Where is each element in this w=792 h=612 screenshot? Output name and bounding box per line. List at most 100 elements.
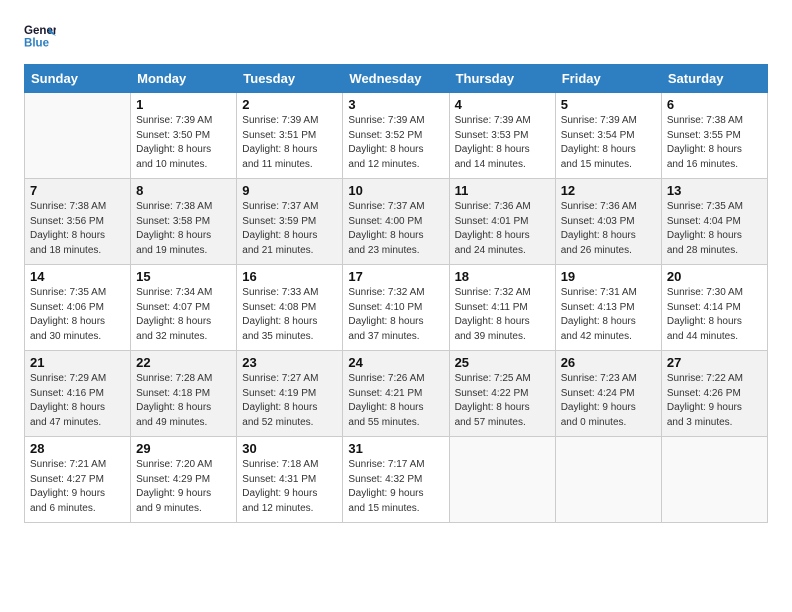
day-number: 10 <box>348 183 443 198</box>
day-number: 3 <box>348 97 443 112</box>
page: General Blue SundayMondayTuesdayWednesda… <box>0 0 792 612</box>
day-number: 20 <box>667 269 762 284</box>
day-number: 27 <box>667 355 762 370</box>
day-number: 5 <box>561 97 656 112</box>
calendar-day-cell: 12 Sunrise: 7:36 AMSunset: 4:03 PMDayligh… <box>555 179 661 265</box>
day-number: 7 <box>30 183 125 198</box>
calendar-header-row: SundayMondayTuesdayWednesdayThursdayFrid… <box>25 65 768 93</box>
day-number: 30 <box>242 441 337 456</box>
day-info: Sunrise: 7:38 AMSunset: 3:56 PMDaylight:… <box>30 200 125 258</box>
day-number: 11 <box>455 183 550 198</box>
logo: General Blue <box>24 20 58 52</box>
calendar-day-cell: 27 Sunrise: 7:22 AMSunset: 4:26 PMDayligh… <box>661 351 767 437</box>
day-info: Sunrise: 7:39 AMSunset: 3:50 PMDaylight:… <box>136 114 231 172</box>
calendar-day-cell: 26 Sunrise: 7:23 AMSunset: 4:24 PMDayligh… <box>555 351 661 437</box>
day-info: Sunrise: 7:31 AMSunset: 4:13 PMDaylight:… <box>561 286 656 344</box>
calendar-day-cell: 24 Sunrise: 7:26 AMSunset: 4:21 PMDayligh… <box>343 351 449 437</box>
day-number: 19 <box>561 269 656 284</box>
calendar-day-cell: 8Sunrise: 7:38 AMSunset: 3:58 PMDaylight… <box>131 179 237 265</box>
col-header-saturday: Saturday <box>661 65 767 93</box>
calendar-day-cell: 16 Sunrise: 7:33 AMSunset: 4:08 PMDayligh… <box>237 265 343 351</box>
day-info: Sunrise: 7:39 AMSunset: 3:51 PMDaylight:… <box>242 114 337 172</box>
day-number: 6 <box>667 97 762 112</box>
calendar-day-cell: 11 Sunrise: 7:36 AMSunset: 4:01 PMDayligh… <box>449 179 555 265</box>
calendar-day-cell: 4Sunrise: 7:39 AMSunset: 3:53 PMDaylight… <box>449 93 555 179</box>
calendar-day-cell: 22 Sunrise: 7:28 AMSunset: 4:18 PMDayligh… <box>131 351 237 437</box>
day-info: Sunrise: 7:22 AMSunset: 4:26 PMDaylight:… <box>667 372 762 430</box>
calendar-day-cell: 2 Sunrise: 7:39 AMSunset: 3:51 PMDaylight… <box>237 93 343 179</box>
col-header-tuesday: Tuesday <box>237 65 343 93</box>
day-number: 25 <box>455 355 550 370</box>
calendar-day-cell: 7 Sunrise: 7:38 AMSunset: 3:56 PMDaylight… <box>25 179 131 265</box>
day-info: Sunrise: 7:21 AMSunset: 4:27 PMDaylight:… <box>30 458 125 516</box>
day-info: Sunrise: 7:33 AMSunset: 4:08 PMDaylight:… <box>242 286 337 344</box>
day-info: Sunrise: 7:30 AMSunset: 4:14 PMDaylight:… <box>667 286 762 344</box>
calendar-day-cell: 5 Sunrise: 7:39 AMSunset: 3:54 PMDaylight… <box>555 93 661 179</box>
calendar-day-cell: 28Sunrise: 7:21 AMSunset: 4:27 PMDayligh… <box>25 437 131 523</box>
col-header-friday: Friday <box>555 65 661 93</box>
calendar-day-cell: 25Sunrise: 7:25 AMSunset: 4:22 PMDayligh… <box>449 351 555 437</box>
day-number: 1 <box>136 97 231 112</box>
day-info: Sunrise: 7:36 AMSunset: 4:01 PMDaylight:… <box>455 200 550 258</box>
calendar-day-cell: 10 Sunrise: 7:37 AMSunset: 4:00 PMDayligh… <box>343 179 449 265</box>
day-number: 4 <box>455 97 550 112</box>
calendar-week-row: 14 Sunrise: 7:35 AMSunset: 4:06 PMDayligh… <box>25 265 768 351</box>
calendar-week-row: 7 Sunrise: 7:38 AMSunset: 3:56 PMDaylight… <box>25 179 768 265</box>
day-info: Sunrise: 7:37 AMSunset: 3:59 PMDaylight:… <box>242 200 337 258</box>
day-number: 12 <box>561 183 656 198</box>
day-number: 22 <box>136 355 231 370</box>
day-info: Sunrise: 7:17 AMSunset: 4:32 PMDaylight:… <box>348 458 443 516</box>
day-info: Sunrise: 7:35 AMSunset: 4:04 PMDaylight:… <box>667 200 762 258</box>
day-number: 2 <box>242 97 337 112</box>
calendar-day-cell: 17Sunrise: 7:32 AMSunset: 4:10 PMDayligh… <box>343 265 449 351</box>
calendar-day-cell <box>25 93 131 179</box>
day-info: Sunrise: 7:26 AMSunset: 4:21 PMDaylight:… <box>348 372 443 430</box>
day-info: Sunrise: 7:39 AMSunset: 3:54 PMDaylight:… <box>561 114 656 172</box>
calendar-day-cell: 31 Sunrise: 7:17 AMSunset: 4:32 PMDayligh… <box>343 437 449 523</box>
day-number: 31 <box>348 441 443 456</box>
day-info: Sunrise: 7:28 AMSunset: 4:18 PMDaylight:… <box>136 372 231 430</box>
calendar-day-cell: 15 Sunrise: 7:34 AMSunset: 4:07 PMDayligh… <box>131 265 237 351</box>
col-header-monday: Monday <box>131 65 237 93</box>
calendar-day-cell: 3 Sunrise: 7:39 AMSunset: 3:52 PMDaylight… <box>343 93 449 179</box>
calendar-day-cell: 30Sunrise: 7:18 AMSunset: 4:31 PMDayligh… <box>237 437 343 523</box>
day-info: Sunrise: 7:27 AMSunset: 4:19 PMDaylight:… <box>242 372 337 430</box>
calendar-week-row: 21Sunrise: 7:29 AMSunset: 4:16 PMDayligh… <box>25 351 768 437</box>
header: General Blue <box>24 20 768 52</box>
col-header-wednesday: Wednesday <box>343 65 449 93</box>
day-number: 23 <box>242 355 337 370</box>
col-header-sunday: Sunday <box>25 65 131 93</box>
day-number: 13 <box>667 183 762 198</box>
day-number: 26 <box>561 355 656 370</box>
day-info: Sunrise: 7:39 AMSunset: 3:52 PMDaylight:… <box>348 114 443 172</box>
day-info: Sunrise: 7:34 AMSunset: 4:07 PMDaylight:… <box>136 286 231 344</box>
day-number: 15 <box>136 269 231 284</box>
day-number: 8 <box>136 183 231 198</box>
calendar-day-cell <box>555 437 661 523</box>
day-number: 17 <box>348 269 443 284</box>
calendar-day-cell <box>449 437 555 523</box>
calendar-day-cell: 6Sunrise: 7:38 AMSunset: 3:55 PMDaylight… <box>661 93 767 179</box>
day-info: Sunrise: 7:37 AMSunset: 4:00 PMDaylight:… <box>348 200 443 258</box>
calendar-week-row: 28Sunrise: 7:21 AMSunset: 4:27 PMDayligh… <box>25 437 768 523</box>
day-info: Sunrise: 7:35 AMSunset: 4:06 PMDaylight:… <box>30 286 125 344</box>
calendar-day-cell: 14 Sunrise: 7:35 AMSunset: 4:06 PMDayligh… <box>25 265 131 351</box>
day-number: 21 <box>30 355 125 370</box>
calendar-day-cell: 18Sunrise: 7:32 AMSunset: 4:11 PMDayligh… <box>449 265 555 351</box>
svg-text:Blue: Blue <box>24 38 50 50</box>
calendar-table: SundayMondayTuesdayWednesdayThursdayFrid… <box>24 64 768 523</box>
calendar-day-cell <box>661 437 767 523</box>
day-number: 24 <box>348 355 443 370</box>
day-info: Sunrise: 7:23 AMSunset: 4:24 PMDaylight:… <box>561 372 656 430</box>
generalblue-logo-icon: General Blue <box>24 20 56 52</box>
day-number: 16 <box>242 269 337 284</box>
calendar-day-cell: 13 Sunrise: 7:35 AMSunset: 4:04 PMDayligh… <box>661 179 767 265</box>
col-header-thursday: Thursday <box>449 65 555 93</box>
calendar-day-cell: 21Sunrise: 7:29 AMSunset: 4:16 PMDayligh… <box>25 351 131 437</box>
calendar-day-cell: 19 Sunrise: 7:31 AMSunset: 4:13 PMDayligh… <box>555 265 661 351</box>
day-number: 14 <box>30 269 125 284</box>
day-info: Sunrise: 7:32 AMSunset: 4:11 PMDaylight:… <box>455 286 550 344</box>
calendar-week-row: 1 Sunrise: 7:39 AMSunset: 3:50 PMDaylight… <box>25 93 768 179</box>
day-number: 29 <box>136 441 231 456</box>
day-info: Sunrise: 7:36 AMSunset: 4:03 PMDaylight:… <box>561 200 656 258</box>
